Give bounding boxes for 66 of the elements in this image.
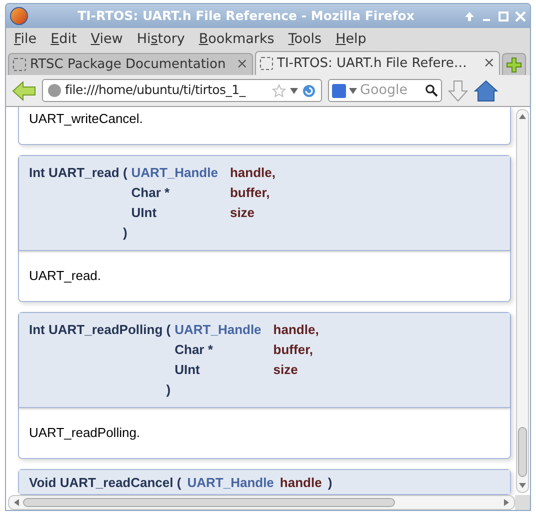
browser-tab[interactable]: RTSC Package Documentation × — [8, 53, 253, 75]
address-bar[interactable]: file:///home/ubuntu/ti/tirtos_1_ — [42, 79, 322, 102]
search-engine-icon[interactable] — [332, 84, 346, 98]
dropdown-icon[interactable] — [349, 88, 357, 94]
new-tab-button[interactable] — [502, 53, 526, 75]
tab-label: RTSC Package Documentation — [30, 56, 227, 74]
function-signature: Int UART_readPolling ( — [29, 321, 171, 339]
param-name: handle — [280, 475, 322, 491]
scrollbar-thumb[interactable] — [23, 498, 395, 507]
arrow-up-icon[interactable] — [464, 10, 475, 22]
home-icon[interactable] — [474, 80, 498, 102]
menu-item[interactable]: Help — [332, 28, 370, 50]
function-signature: Void UART_readCancel ( — [29, 475, 182, 491]
function-description: UART_writeCancel. — [29, 111, 143, 126]
param-name: buffer, — [228, 184, 271, 202]
scroll-up-icon[interactable] — [519, 114, 526, 119]
page-icon — [13, 58, 26, 71]
plus-icon — [506, 56, 522, 72]
search-placeholder: Google — [360, 81, 409, 100]
dropdown-icon[interactable] — [290, 88, 298, 94]
function-signature: Int UART_read ( — [29, 164, 128, 182]
reload-icon[interactable] — [302, 84, 316, 98]
menu-item[interactable]: File — [10, 28, 41, 50]
menu-item[interactable]: Edit — [46, 28, 81, 50]
tab-label: TI-RTOS: UART.h File Refere… — [277, 54, 468, 73]
closing-paren: ) — [166, 381, 171, 399]
closing-paren: ) — [328, 475, 332, 491]
param-type[interactable]: UART_Handle — [187, 475, 274, 491]
param-name: handle, — [272, 321, 319, 339]
param-type[interactable]: UART_Handle — [131, 163, 218, 183]
menu-item[interactable]: View — [86, 28, 127, 50]
address-text: file:///home/ubuntu/ti/tirtos_1_ — [65, 81, 247, 100]
browser-tab[interactable]: TI-RTOS: UART.h File Refere… × — [255, 51, 500, 75]
star-icon[interactable] — [272, 84, 286, 98]
param-name: buffer, — [272, 341, 314, 359]
globe-icon — [48, 84, 61, 97]
browser-logo-icon — [10, 7, 28, 25]
menu-item[interactable]: Tools — [284, 28, 326, 50]
param-type: UInt — [174, 361, 201, 379]
scrollbar-thumb[interactable] — [518, 427, 527, 477]
param-type: Char * — [174, 341, 214, 359]
back-arrow-icon[interactable] — [12, 80, 36, 100]
menu-item[interactable]: History — [132, 28, 189, 50]
maximize-icon[interactable] — [498, 10, 509, 22]
vertical-scrollbar[interactable] — [516, 109, 529, 493]
param-type: Char * — [131, 184, 171, 202]
function-description: UART_read. — [29, 267, 102, 286]
scroll-left-icon[interactable] — [14, 499, 19, 506]
download-arrow-icon[interactable] — [448, 80, 468, 102]
search-icon[interactable] — [425, 84, 438, 97]
tab-close[interactable]: × — [236, 54, 248, 75]
scroll-down-icon[interactable] — [519, 483, 526, 488]
function-description: UART_readPolling. — [29, 424, 140, 442]
param-name: size — [272, 361, 299, 379]
close-icon[interactable] — [515, 10, 526, 22]
menu-item[interactable]: Bookmarks — [194, 28, 278, 50]
param-type[interactable]: UART_Handle — [174, 320, 262, 340]
horizontal-scrollbar[interactable] — [8, 495, 515, 510]
param-name: handle, — [228, 164, 276, 182]
param-type: UInt — [131, 204, 158, 222]
tab-close[interactable]: × — [483, 53, 495, 74]
scroll-right-icon[interactable] — [504, 499, 509, 506]
param-name: size — [228, 204, 256, 222]
page-icon — [260, 57, 273, 70]
closing-paren: ) — [122, 224, 128, 242]
window-title: TI-RTOS: UART.h File Reference - Mozilla Firefox — [76, 6, 416, 25]
